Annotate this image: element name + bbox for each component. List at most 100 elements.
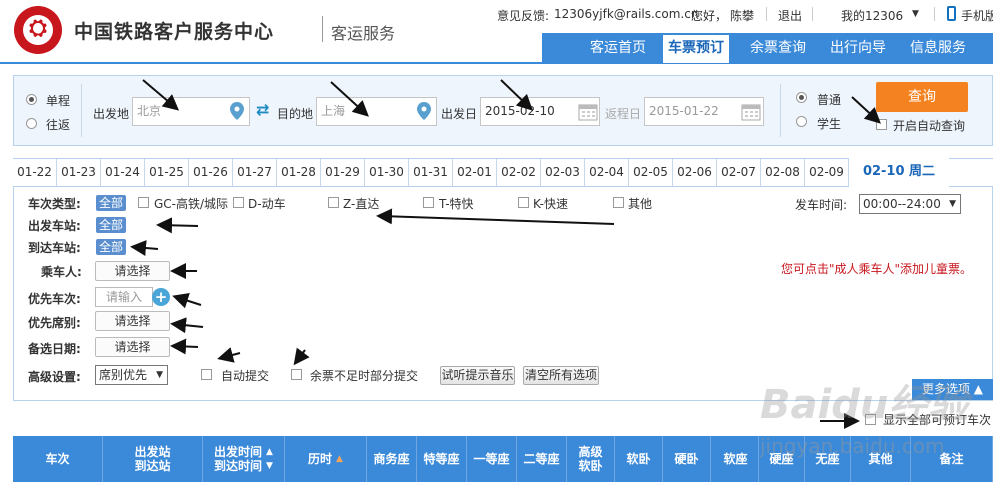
date-tab[interactable]: 01-25 (145, 159, 189, 186)
priority-train-input[interactable]: 请输入 (95, 287, 153, 307)
radio-single-trip[interactable] (26, 94, 37, 105)
from-label: 出发地 (93, 107, 130, 121)
swap-stations-icon[interactable]: ⇄ (256, 100, 269, 119)
logout-link[interactable]: 退出 (778, 7, 802, 24)
checkbox-gc[interactable] (138, 197, 149, 208)
priority-seat-label: 优先席别: (28, 316, 81, 330)
auto-submit-label: 自动提交 (221, 369, 270, 383)
train-type-z: Z-直达 (343, 197, 380, 211)
backup-date-select-button[interactable]: 请选择 (95, 337, 170, 357)
date-tab[interactable]: 01-31 (409, 159, 453, 186)
column-header: 出发站 到达站 (103, 436, 203, 482)
column-header-label: 软卧 (626, 452, 651, 466)
title-divider (322, 16, 323, 42)
checkbox-k[interactable] (518, 197, 529, 208)
divider (934, 7, 935, 21)
checkbox-d[interactable] (233, 197, 244, 208)
location-pin-icon[interactable] (417, 102, 431, 120)
column-header-label: 历时 (308, 452, 333, 466)
sort-icon[interactable]: ▲ (336, 452, 343, 466)
date-tab[interactable]: 02-08 (761, 159, 805, 186)
nav-home[interactable]: 客运首页 (580, 33, 656, 63)
location-pin-icon[interactable] (230, 102, 244, 120)
date-tab[interactable]: 01-27 (233, 159, 277, 186)
nav-travel-guide[interactable]: 出行向导 (820, 33, 896, 63)
train-type-t: T-特快 (439, 197, 474, 211)
date-tab-active[interactable]: 02-10 周二 (849, 158, 949, 188)
radio-student-ticket[interactable] (796, 116, 807, 127)
railway-logo-icon: ⛭ (29, 16, 47, 41)
feedback-label: 意见反馈: (497, 9, 550, 23)
date-tab[interactable]: 01-28 (277, 159, 321, 186)
seat-priority-select[interactable]: 席别优先 ▼ (95, 365, 168, 385)
mobile-phone-icon (947, 6, 956, 21)
column-header: 高级 软卧 (567, 436, 615, 482)
train-type-all[interactable]: 全部 (96, 195, 126, 211)
date-tab[interactable]: 02-05 (629, 159, 673, 186)
student-ticket-label: 学生 (817, 117, 842, 131)
auto-submit-checkbox[interactable] (201, 369, 212, 380)
date-tab[interactable]: 01-22 (13, 159, 57, 186)
date-tab[interactable]: 02-03 (541, 159, 585, 186)
clear-all-button[interactable]: 清空所有选项 (523, 366, 599, 385)
passenger-label: 乘车人: (41, 265, 82, 279)
calendar-icon[interactable] (741, 103, 761, 121)
return-trip-label: 往返 (46, 118, 71, 132)
date-tab[interactable]: 01-29 (321, 159, 365, 186)
column-header-label: 二等座 (523, 452, 560, 466)
date-tab[interactable]: 02-01 (453, 159, 497, 186)
priority-train-label: 优先车次: (28, 292, 81, 306)
column-header[interactable]: 出发时间 到达时间 ▲ ▼ (203, 436, 285, 482)
from-station-filter-label: 出发车站: (28, 219, 81, 233)
passenger-select-button[interactable]: 请选择 (95, 261, 170, 281)
priority-seat-select-button[interactable]: 请选择 (95, 311, 170, 331)
nav-ticket-booking[interactable]: 车票预订 (663, 35, 729, 63)
date-tab[interactable]: 02-02 (497, 159, 541, 186)
column-header-label: 商务座 (373, 452, 410, 466)
sort-icon[interactable]: ▲ ▼ (266, 445, 273, 473)
mobile-link[interactable]: 手机版 (961, 7, 993, 24)
chevron-down-icon[interactable]: ▼ (912, 9, 919, 19)
partial-submit-checkbox[interactable] (291, 369, 302, 380)
checkbox-other[interactable] (613, 197, 624, 208)
depart-time-select[interactable]: 00:00--24:00 ▼ (859, 194, 961, 214)
add-train-icon[interactable]: + (152, 288, 170, 306)
column-header: 商务座 (367, 436, 417, 482)
to-station-all[interactable]: 全部 (96, 239, 126, 255)
from-station-all[interactable]: 全部 (96, 217, 126, 233)
column-header-label: 硬卧 (674, 452, 699, 466)
feedback-email-link[interactable]: 12306yjfk@rails.com.cn (554, 7, 698, 21)
greeting-text: 您好， (691, 9, 728, 23)
test-music-button[interactable]: 试听提示音乐 (440, 366, 515, 385)
calendar-icon[interactable] (578, 103, 598, 121)
nav-info-service[interactable]: 信息服务 (900, 33, 976, 63)
column-header-label: 高级 软卧 (578, 445, 603, 473)
column-header-label: 出发时间 到达时间 (214, 445, 263, 473)
date-tab[interactable]: 01-24 (101, 159, 145, 186)
user-name-link[interactable]: 陈攀 (730, 7, 754, 24)
train-type-d: D-动车 (248, 197, 286, 211)
divider (766, 7, 767, 21)
date-tab[interactable]: 01-30 (365, 159, 409, 186)
to-station-filter-label: 到达车站: (28, 241, 81, 255)
radio-normal-ticket[interactable] (796, 92, 807, 103)
date-tab[interactable]: 01-26 (189, 159, 233, 186)
my-account-link[interactable]: 我的12306 (841, 7, 903, 24)
date-tab[interactable]: 02-09 (805, 159, 849, 186)
partial-submit-label: 余票不足时部分提交 (310, 369, 419, 383)
depart-date-label: 出发日 (441, 107, 478, 121)
nav-remaining-tickets[interactable]: 余票查询 (740, 33, 816, 63)
column-header[interactable]: 历时 ▲ (285, 436, 367, 482)
date-tab[interactable]: 02-06 (673, 159, 717, 186)
checkbox-z[interactable] (328, 197, 339, 208)
date-tab[interactable]: 02-07 (717, 159, 761, 186)
auto-query-checkbox[interactable] (876, 119, 887, 130)
checkbox-t[interactable] (423, 197, 434, 208)
radio-return-trip[interactable] (26, 118, 37, 129)
query-button[interactable]: 查询 (876, 82, 968, 112)
column-header-label: 一等座 (473, 452, 510, 466)
to-label: 目的地 (277, 107, 314, 121)
column-header: 一等座 (467, 436, 517, 482)
date-tab[interactable]: 01-23 (57, 159, 101, 186)
date-tab[interactable]: 02-04 (585, 159, 629, 186)
